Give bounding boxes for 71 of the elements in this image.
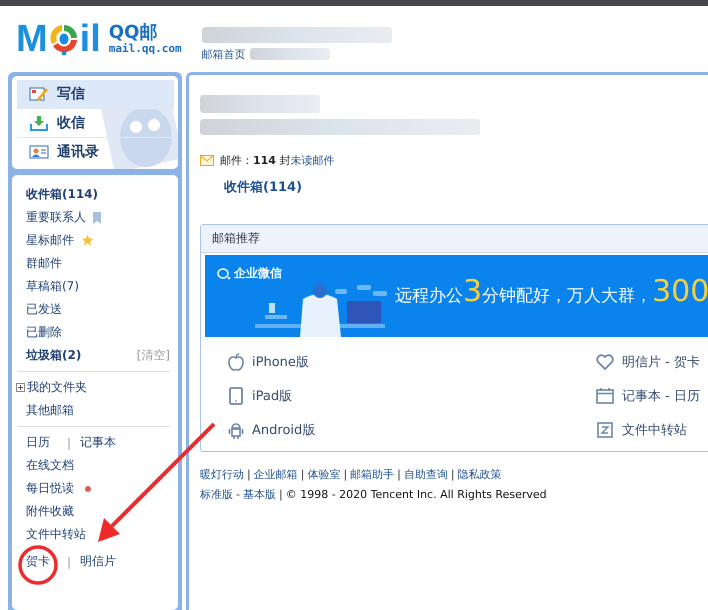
separator: |: [247, 468, 251, 480]
separator: |: [278, 488, 283, 500]
app-link[interactable]: iPhone版: [228, 345, 596, 379]
separator: |: [67, 554, 72, 568]
folder-link[interactable]: 已删除: [26, 324, 62, 341]
sidebar-link[interactable]: 明信片: [80, 553, 116, 570]
android-icon: [228, 421, 244, 439]
separator: |: [397, 468, 401, 480]
sidebar-link[interactable]: 记事本: [80, 434, 116, 451]
folder-link[interactable]: 星标邮件: [26, 232, 74, 249]
star-icon: [81, 234, 94, 247]
app-link[interactable]: iPad版: [228, 379, 596, 413]
folder-link[interactable]: 草稿箱(7): [26, 278, 79, 295]
domain-text: mail.qq.com: [108, 42, 182, 55]
footer-link[interactable]: 暖灯行动: [200, 466, 244, 482]
sidebar-action[interactable]: 通讯录: [17, 138, 174, 166]
folder-link[interactable]: 垃圾箱(2): [26, 347, 82, 364]
contact-card-icon: [29, 144, 49, 160]
wecom-brand: 企业微信: [217, 265, 282, 282]
logo-letter: il: [80, 20, 101, 58]
footer-link[interactable]: 邮箱助手: [350, 466, 394, 482]
product-name: QQ邮: [108, 23, 158, 43]
folder-link[interactable]: 每日悦读: [26, 480, 74, 497]
app-link[interactable]: 明信片 - 贺卡: [596, 345, 700, 379]
heart-icon: [596, 354, 614, 370]
folder-link[interactable]: 在线文档: [26, 457, 74, 474]
separator: -: [236, 488, 240, 500]
separator: |: [450, 468, 455, 480]
sidebar-action[interactable]: 写信: [17, 80, 174, 109]
tablet-icon: [228, 387, 244, 405]
separator: |: [67, 436, 72, 450]
sidebar-link[interactable]: 日历: [26, 434, 50, 451]
footer-link[interactable]: 体验室: [307, 466, 340, 482]
app-link[interactable]: 记事本 - 日历: [596, 379, 700, 413]
apple-icon: [228, 353, 244, 371]
separator: |: [300, 468, 304, 480]
logo-letter: M: [16, 20, 48, 58]
annotation-circle: [18, 545, 58, 585]
sidebar-link[interactable]: 贺卡: [26, 553, 50, 570]
expand-toggle[interactable]: [16, 383, 25, 392]
version-link[interactable]: 基本版: [242, 486, 276, 502]
separator: |: [343, 468, 348, 480]
banner-headline: 远程办公3分钟配好，万人大群，300: [395, 277, 708, 307]
folder-link[interactable]: 群邮件: [26, 255, 62, 272]
footer-link[interactable]: 企业邮箱: [254, 466, 298, 482]
chat-bubble-icon: [217, 268, 231, 280]
inbox-link[interactable]: 收件箱(114): [224, 178, 302, 196]
home-link[interactable]: 邮箱首页: [202, 46, 246, 62]
app-link[interactable]: Android版: [228, 413, 596, 447]
download-tray-icon: [29, 115, 49, 131]
panel-title: 邮箱推荐: [212, 230, 260, 247]
app-link[interactable]: 文件中转站: [596, 413, 700, 447]
folder-link[interactable]: 重要联系人: [26, 209, 86, 226]
sidebar-link[interactable]: 我的文件夹: [27, 379, 87, 396]
folder-link[interactable]: 已发送: [26, 301, 62, 318]
transfer-box-icon: [596, 422, 614, 438]
folder-link[interactable]: 文件中转站: [26, 526, 86, 543]
folder-link[interactable]: 附件收藏: [26, 503, 74, 520]
folder-link[interactable]: 收件箱(114): [26, 186, 98, 203]
footer-link[interactable]: 自助查询: [404, 466, 448, 482]
mail-summary: 邮件：114 封未读邮件: [220, 153, 334, 168]
calendar-icon: [596, 388, 614, 404]
bookmark-icon: [93, 212, 101, 224]
version-link[interactable]: 标准版: [200, 486, 233, 502]
copyright-text: © 1998 - 2020 Tencent Inc. All Rights Reserved: [286, 488, 547, 500]
pencil-note-icon: [29, 86, 49, 102]
folder-link[interactable]: 其他邮箱: [26, 402, 74, 419]
envelope-icon: [200, 155, 214, 166]
footer-link[interactable]: 隐私政策: [458, 466, 502, 482]
ad-banner[interactable]: 企业微信 远程办公3分钟配好，万人大群，300: [205, 255, 708, 337]
unread-mail-link[interactable]: 未读邮件: [290, 154, 334, 167]
